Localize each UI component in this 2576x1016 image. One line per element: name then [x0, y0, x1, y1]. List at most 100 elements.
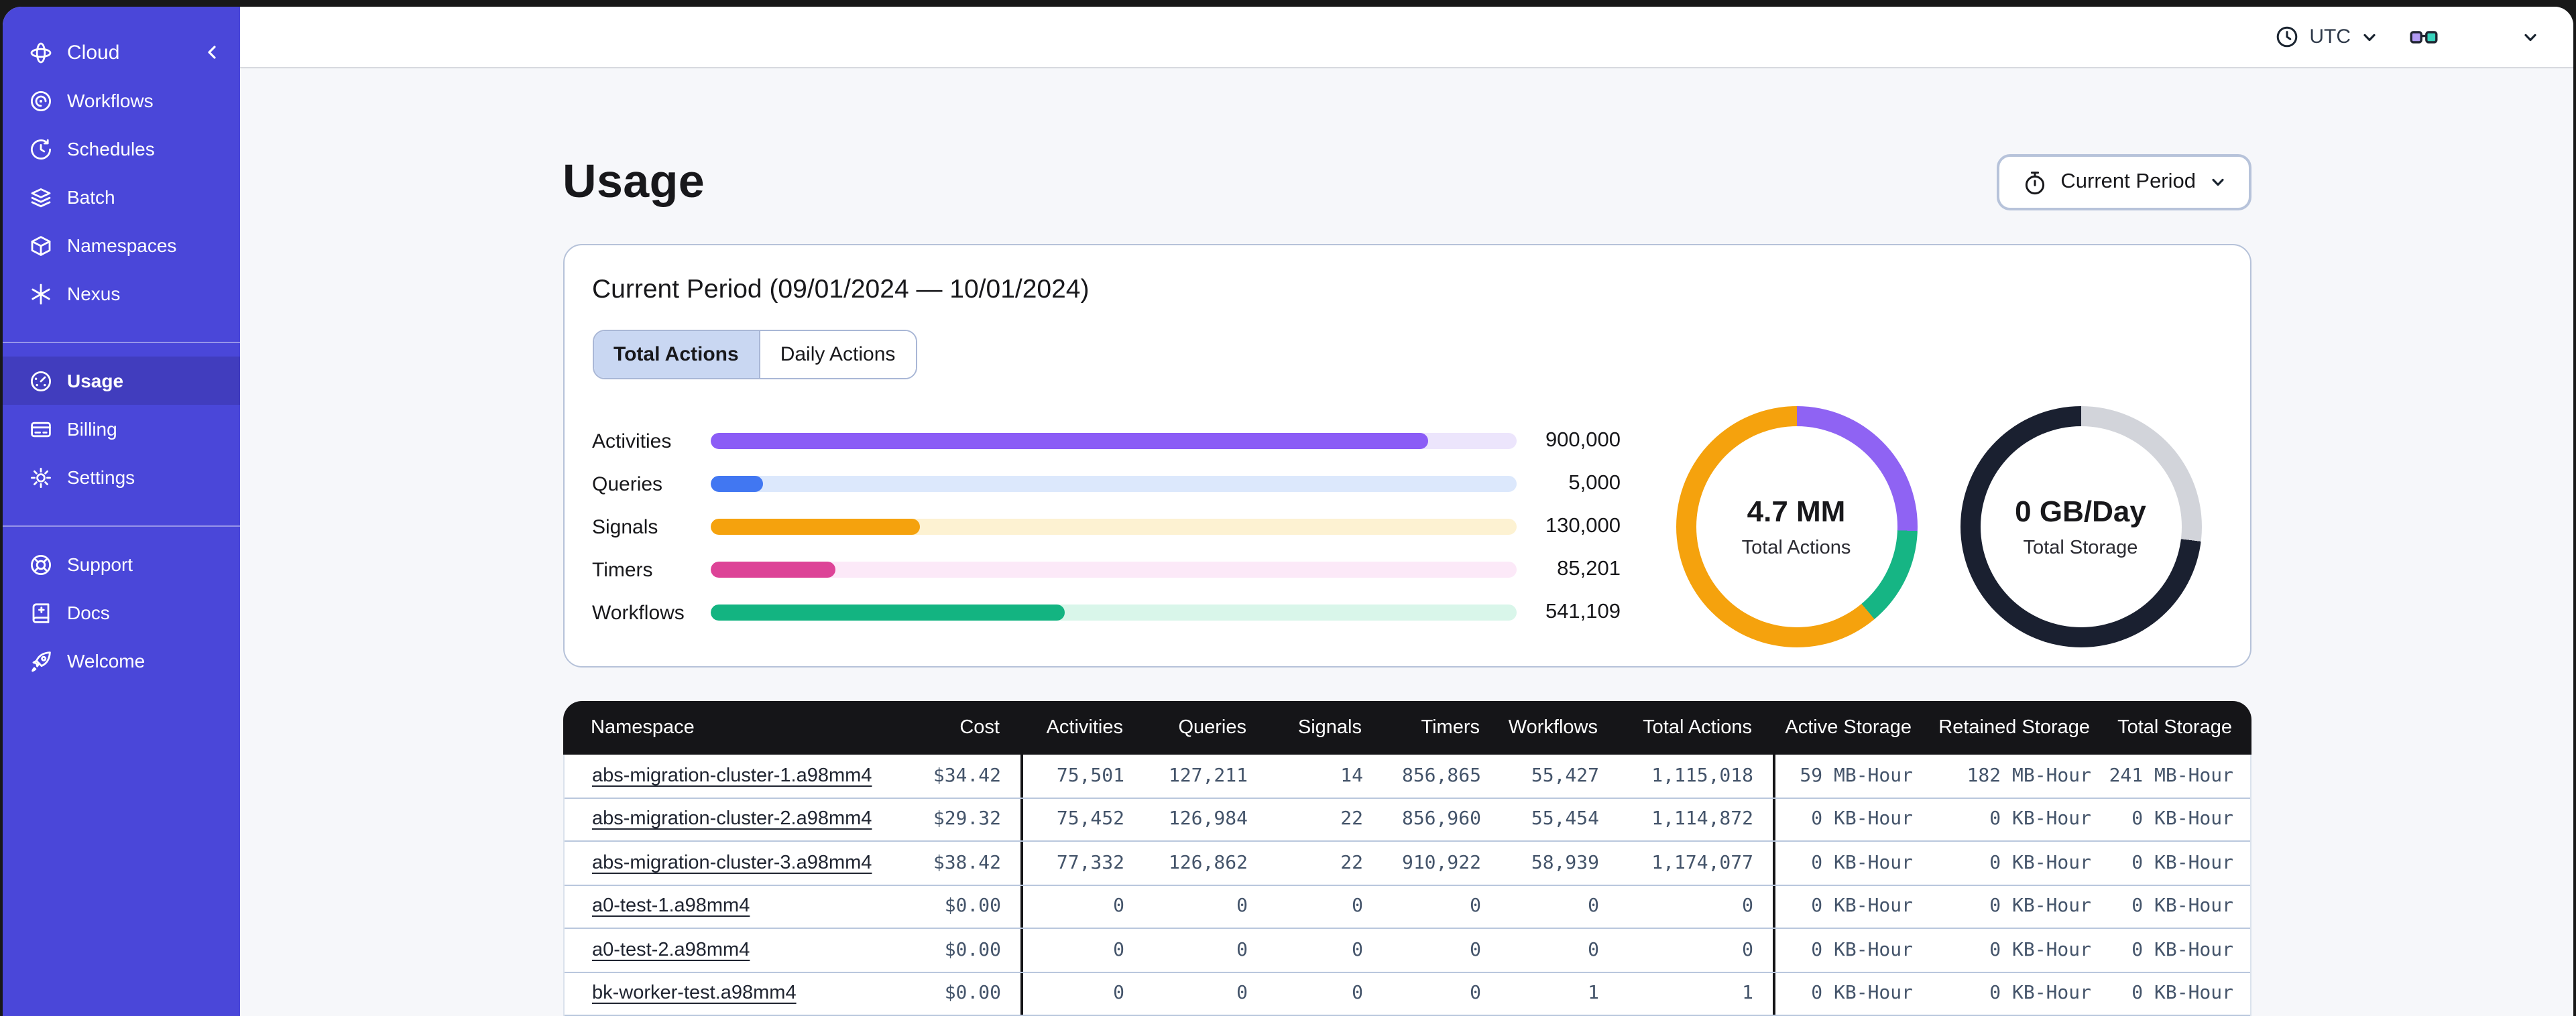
namespace-link[interactable]: a0-test-2.a98mm4: [592, 940, 750, 961]
donut-value: 4.7 MM: [1747, 495, 1846, 528]
cell-activities: 75,452: [1020, 798, 1143, 840]
sidebar-collapse-button[interactable]: [202, 43, 221, 62]
timezone-label: UTC: [2309, 25, 2351, 48]
cell-activities: 0: [1020, 929, 1143, 971]
cell-cost: $34.42: [933, 765, 1001, 787]
cell-timers: 856,865: [1401, 765, 1481, 787]
cell-signals: 0: [1352, 982, 1363, 1005]
cell-signals: 0: [1352, 895, 1363, 917]
sidebar-item-workflows[interactable]: Workflows: [3, 76, 240, 125]
sidebar-item-label: Settings: [67, 466, 135, 488]
sidebar-item-schedules[interactable]: Schedules: [3, 125, 240, 173]
bar-fill: [710, 605, 1065, 621]
chevron-down-icon: [2361, 29, 2378, 45]
sidebar-item-label: Billing: [67, 418, 117, 440]
timezone-selector[interactable]: UTC: [2276, 25, 2378, 48]
bar-track: [710, 605, 1516, 621]
bar-label: Queries: [592, 472, 663, 495]
usage-summary-card: Current Period (09/01/2024 — 10/01/2024)…: [563, 244, 2251, 668]
namespace-link[interactable]: a0-test-1.a98mm4: [592, 896, 750, 917]
donut-center: 4.7 MM Total Actions: [1676, 406, 1917, 647]
table-body: abs-migration-cluster-1.a98mm4 $34.42 75,5…: [563, 755, 2251, 1016]
bar-value: 85,201: [1557, 558, 1621, 580]
actions-tab-group: Total Actions Daily Actions: [592, 330, 917, 379]
cell-total_actions: 1: [1742, 982, 1753, 1005]
cell-total_storage: 0 KB-Hour: [2131, 982, 2233, 1005]
bar-value: 130,000: [1545, 515, 1621, 537]
user-menu[interactable]: [2470, 18, 2538, 56]
cell-activities: 0: [1020, 885, 1143, 928]
column-header-signals: Signals: [1297, 717, 1362, 739]
column-header-total-storage: Total Storage: [2117, 717, 2232, 739]
column-header-queries: Queries: [1178, 717, 1246, 739]
cell-workflows: 58,939: [1531, 852, 1599, 874]
bar-track: [710, 519, 1516, 535]
donut-value: 0 GB/Day: [2015, 495, 2146, 528]
usage-donut-charts: 4.7 MM Total Actions 0 GB/Day Total Storage: [1676, 406, 2201, 647]
namespaces-icon: [30, 234, 52, 257]
cell-retained_storage: 0 KB-Hour: [1989, 808, 2091, 830]
table-row: abs-migration-cluster-3.a98mm4 $38.42 77,3…: [564, 842, 2249, 885]
sidebar-item-welcome[interactable]: Welcome: [3, 637, 240, 685]
chevron-down-icon: [2522, 29, 2538, 45]
app-window: Cloud Workflows Schedules Batch Namespaces N…: [3, 7, 2573, 1016]
column-header-total-actions: Total Actions: [1643, 717, 1752, 739]
namespace-link[interactable]: abs-migration-cluster-2.a98mm4: [592, 809, 872, 830]
tab-daily-actions[interactable]: Daily Actions: [758, 331, 916, 378]
bar-track: [710, 433, 1516, 449]
table-header-row: Namespace Cost Activities Queries Signals Tim…: [563, 701, 2251, 755]
donut-center: 0 GB/Day Total Storage: [1960, 406, 2201, 647]
cell-signals: 0: [1352, 939, 1363, 961]
namespace-link[interactable]: abs-migration-cluster-1.a98mm4: [592, 765, 872, 787]
schedules-icon: [30, 137, 52, 160]
sidebar-item-billing[interactable]: Billing: [3, 405, 240, 453]
support-icon: [30, 553, 52, 576]
bar-row-signals: Signals 130,000: [592, 505, 1621, 548]
glasses-icon-button[interactable]: [2410, 28, 2438, 46]
bar-value: 900,000: [1545, 429, 1621, 452]
cell-queries: 126,984: [1168, 808, 1248, 830]
table-row: abs-migration-cluster-1.a98mm4 $34.42 75,5…: [564, 755, 2249, 798]
period-selector-button[interactable]: Current Period: [1996, 154, 2251, 210]
namespace-link[interactable]: abs-migration-cluster-3.a98mm4: [592, 852, 872, 874]
donut-chart-total-actions: 4.7 MM Total Actions: [1676, 406, 1917, 647]
column-header-timers: Timers: [1421, 717, 1480, 739]
sidebar-item-label: Workflows: [67, 90, 154, 111]
sidebar-item-docs[interactable]: Docs: [3, 588, 240, 637]
sidebar-item-batch[interactable]: Batch: [3, 173, 240, 221]
page-header: Usage Current Period: [563, 150, 2251, 214]
batch-icon: [30, 186, 52, 208]
bar-value: 541,109: [1545, 600, 1621, 623]
cell-activities: 0: [1020, 972, 1143, 1015]
namespace-link[interactable]: bk-worker-test.a98mm4: [592, 983, 797, 1005]
clock-icon: [2276, 25, 2298, 48]
cell-total_storage: 0 KB-Hour: [2131, 895, 2233, 917]
chevron-down-icon: [2209, 174, 2225, 190]
sidebar-item-nexus[interactable]: Nexus: [3, 269, 240, 318]
column-header-retained-storage: Retained Storage: [1938, 717, 2090, 739]
cell-workflows: 55,427: [1531, 765, 1599, 787]
cell-signals: 22: [1340, 808, 1363, 830]
bar-fill: [710, 519, 920, 535]
sidebar-item-support[interactable]: Support: [3, 540, 240, 588]
cell-namespace: abs-migration-cluster-2.a98mm4: [564, 798, 906, 840]
table-row: abs-migration-cluster-2.a98mm4 $29.32 75,4…: [564, 798, 2249, 842]
cell-workflows: 0: [1588, 895, 1599, 917]
cell-queries: 0: [1236, 895, 1248, 917]
cell-workflows: 0: [1588, 939, 1599, 961]
sidebar-item-namespaces[interactable]: Namespaces: [3, 221, 240, 269]
cell-retained_storage: 0 KB-Hour: [1989, 895, 2091, 917]
donut-chart-total-storage: 0 GB/Day Total Storage: [1960, 406, 2201, 647]
column-header-workflows: Workflows: [1508, 717, 1598, 739]
brand-label: Cloud: [67, 41, 120, 64]
column-header-active-storage: Active Storage: [1771, 701, 1930, 755]
cell-queries: 126,862: [1168, 852, 1248, 874]
namespace-usage-table: Namespace Cost Activities Queries Signals Tim…: [563, 701, 2251, 1016]
tab-total-actions[interactable]: Total Actions: [593, 331, 759, 378]
cell-namespace: abs-migration-cluster-3.a98mm4: [564, 842, 906, 884]
bar-label: Timers: [592, 558, 653, 581]
usage-charts: Activities 900,000 Queries 5,000 Signals 130,…: [592, 406, 2221, 647]
sidebar-item-usage[interactable]: Usage: [3, 357, 240, 405]
sidebar-item-settings[interactable]: Settings: [3, 453, 240, 501]
cell-queries: 0: [1236, 982, 1248, 1005]
